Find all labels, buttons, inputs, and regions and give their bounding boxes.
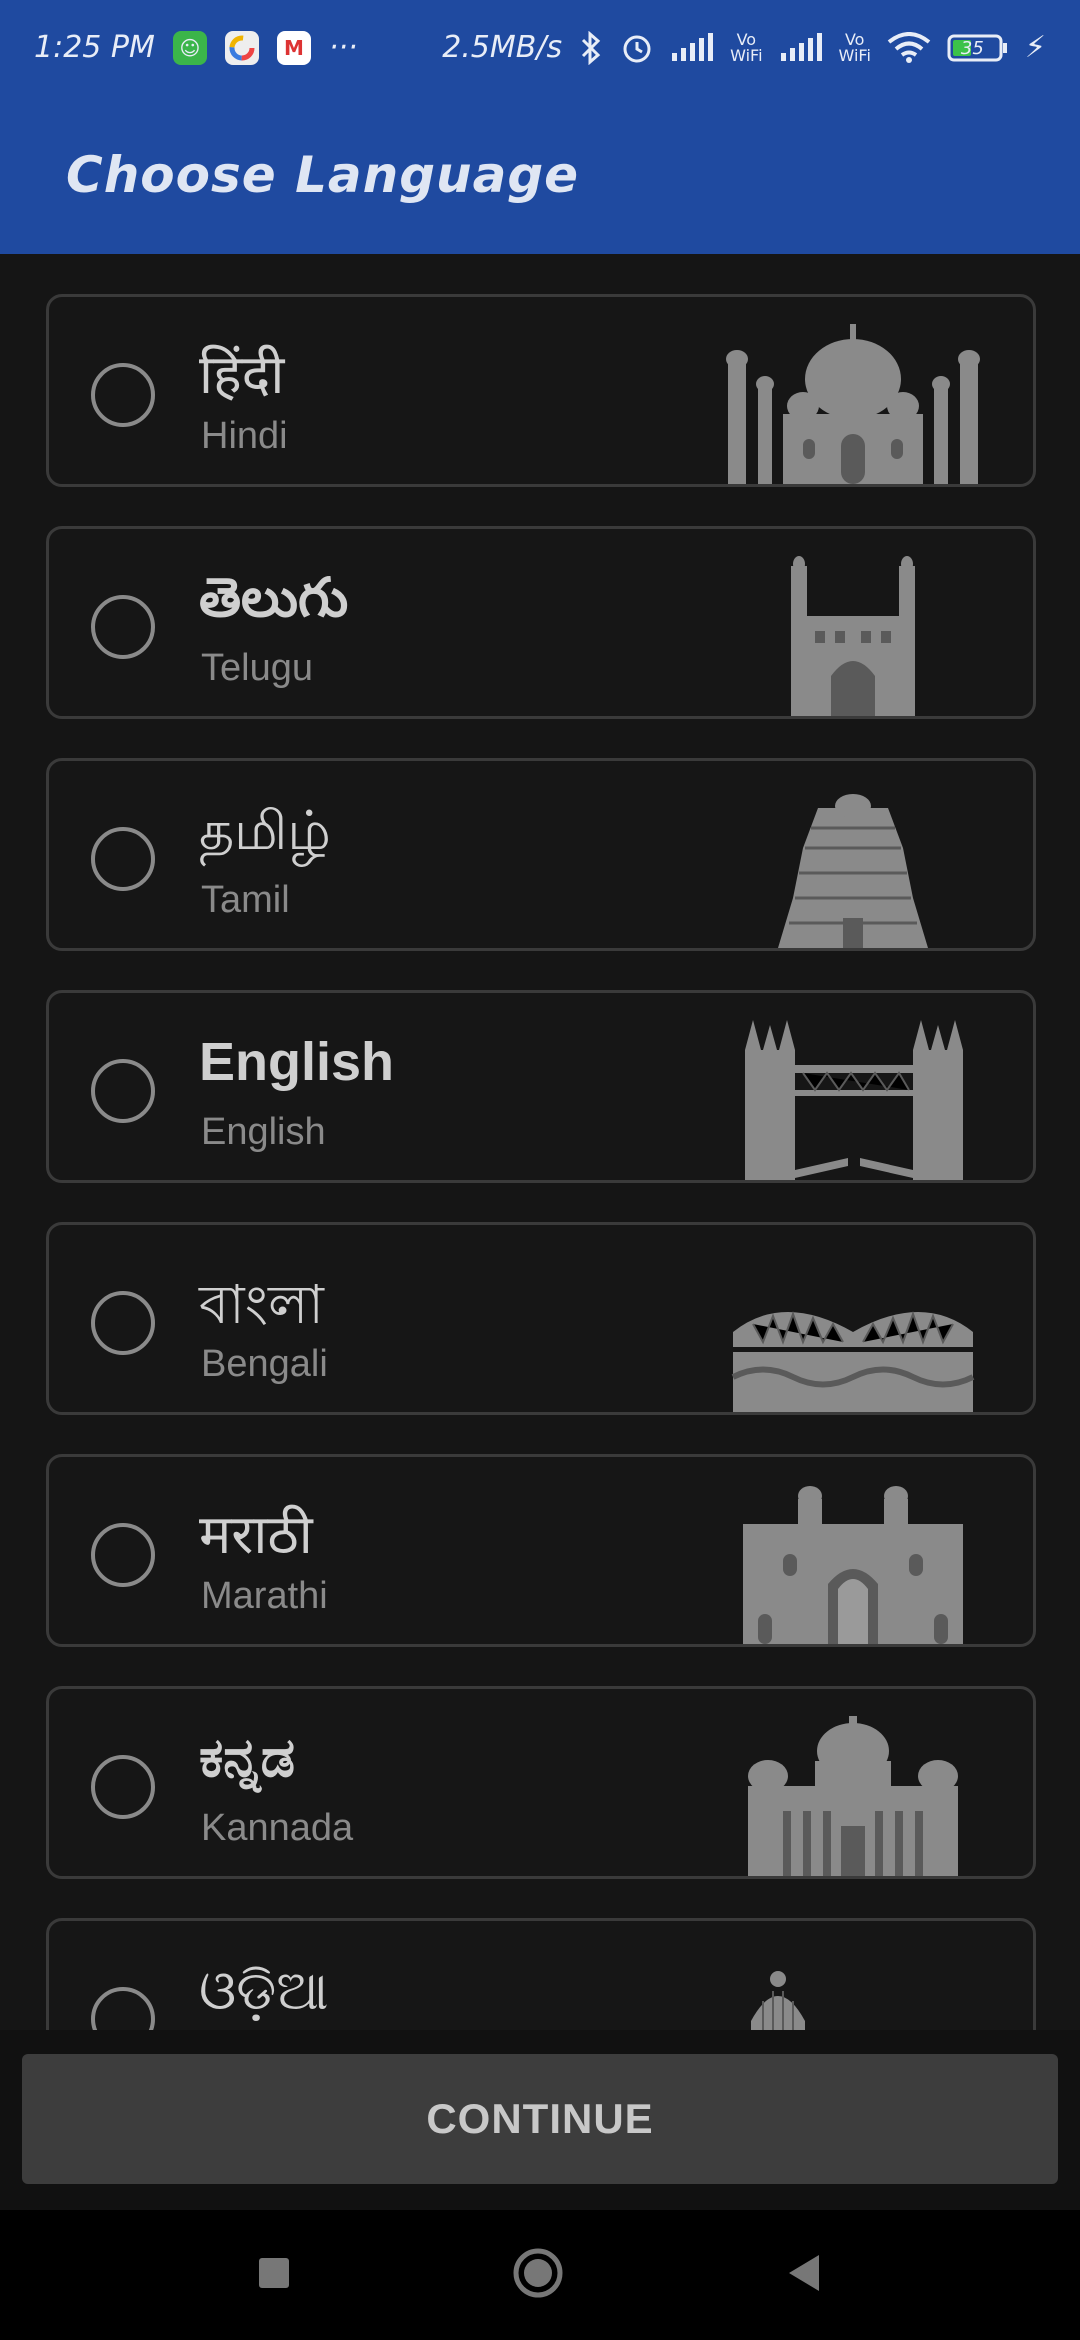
charging-icon: ⚡ bbox=[1024, 30, 1046, 65]
back-button[interactable] bbox=[785, 2253, 823, 2297]
bottom-action-area: CONTINUE bbox=[0, 2030, 1080, 2210]
language-option-telugu[interactable]: తెలుగు Telugu bbox=[46, 526, 1036, 719]
language-option-english[interactable]: English English bbox=[46, 990, 1036, 1183]
continue-button[interactable]: CONTINUE bbox=[22, 2054, 1058, 2184]
charminar-icon bbox=[791, 556, 915, 716]
app-bar: Choose Language bbox=[0, 95, 1080, 254]
bluetooth-icon bbox=[578, 30, 604, 65]
language-english-name: Bengali bbox=[201, 1343, 328, 1385]
battery-level: 35 bbox=[960, 37, 984, 59]
wifi-icon bbox=[887, 31, 931, 64]
photos-notification-icon bbox=[224, 30, 259, 65]
language-option-tamil[interactable]: தமிழ் Tamil bbox=[46, 758, 1036, 951]
language-native-name: বাংলা bbox=[199, 1273, 324, 1336]
gmail-notification-icon: M bbox=[276, 30, 311, 65]
language-english-name: Hindi bbox=[201, 415, 288, 457]
language-option-kannada[interactable]: ಕನ್ನಡ Kannada bbox=[46, 1686, 1036, 1879]
home-button[interactable] bbox=[511, 2246, 565, 2304]
language-option-hindi[interactable]: हिंदी Hindi bbox=[46, 294, 1036, 487]
battery-icon: 35 bbox=[947, 33, 1009, 63]
radio-button[interactable] bbox=[91, 363, 155, 427]
status-time: 1:25 PM bbox=[34, 30, 155, 65]
radio-button[interactable] bbox=[91, 1059, 155, 1123]
language-english-name: Marathi bbox=[201, 1575, 328, 1617]
language-native-name: ಕನ್ನಡ bbox=[199, 1728, 296, 1788]
more-notifications-icon: ··· bbox=[328, 30, 358, 65]
howrah-bridge-icon bbox=[731, 1311, 975, 1412]
alarm-icon bbox=[620, 31, 654, 65]
signal-icon-2 bbox=[779, 32, 823, 63]
language-native-name: తెలుగు bbox=[199, 568, 349, 628]
app-notification-icon: ☺ bbox=[172, 30, 207, 65]
radio-button[interactable] bbox=[91, 827, 155, 891]
language-english-name: Tamil bbox=[201, 879, 290, 921]
signal-icon-1 bbox=[670, 32, 714, 63]
gateway-of-india-icon bbox=[743, 1486, 963, 1644]
language-native-name: English bbox=[199, 1032, 395, 1092]
konark-temple-icon bbox=[751, 1971, 805, 2030]
radio-button[interactable] bbox=[91, 595, 155, 659]
network-speed: 2.5MB/s bbox=[442, 30, 563, 65]
language-option-bengali[interactable]: বাংলা Bengali bbox=[46, 1222, 1036, 1415]
vowifi-icon-2: Vo WiFi bbox=[838, 29, 871, 65]
language-option-marathi[interactable]: मराठी Marathi bbox=[46, 1454, 1036, 1647]
status-bar: 1:25 PM ☺ M ··· 2.5MB/s Vo WiFi Vo WiFi 35 bbox=[0, 0, 1080, 95]
system-navigation-bar bbox=[0, 2210, 1080, 2340]
language-native-name: தமிழ் bbox=[199, 799, 331, 862]
temple-gopuram-icon bbox=[778, 794, 928, 948]
language-native-name: ଓଡ଼ିଆ bbox=[199, 1959, 329, 2022]
radio-button[interactable] bbox=[91, 1523, 155, 1587]
radio-button[interactable] bbox=[91, 1987, 155, 2030]
page-title: Choose Language bbox=[66, 145, 580, 204]
language-english-name: Kannada bbox=[201, 1807, 354, 1849]
language-option-odia[interactable]: ଓଡ଼ିଆ bbox=[46, 1918, 1036, 2030]
radio-button[interactable] bbox=[91, 1755, 155, 1819]
vowifi-icon-1: Vo WiFi bbox=[730, 29, 763, 65]
vidhana-soudha-icon bbox=[748, 1716, 958, 1876]
tower-bridge-icon bbox=[745, 1020, 963, 1180]
language-english-name: English bbox=[201, 1111, 326, 1153]
recents-button[interactable] bbox=[257, 2256, 291, 2294]
taj-mahal-icon bbox=[726, 324, 980, 484]
radio-button[interactable] bbox=[91, 1291, 155, 1355]
language-native-name: हिंदी bbox=[199, 343, 285, 406]
language-english-name: Telugu bbox=[201, 647, 313, 689]
language-list[interactable]: हिंदी Hindi తెలుగు Telugu தமிழ் Tamil En… bbox=[0, 254, 1080, 2030]
language-native-name: मराठी bbox=[199, 1503, 313, 1566]
